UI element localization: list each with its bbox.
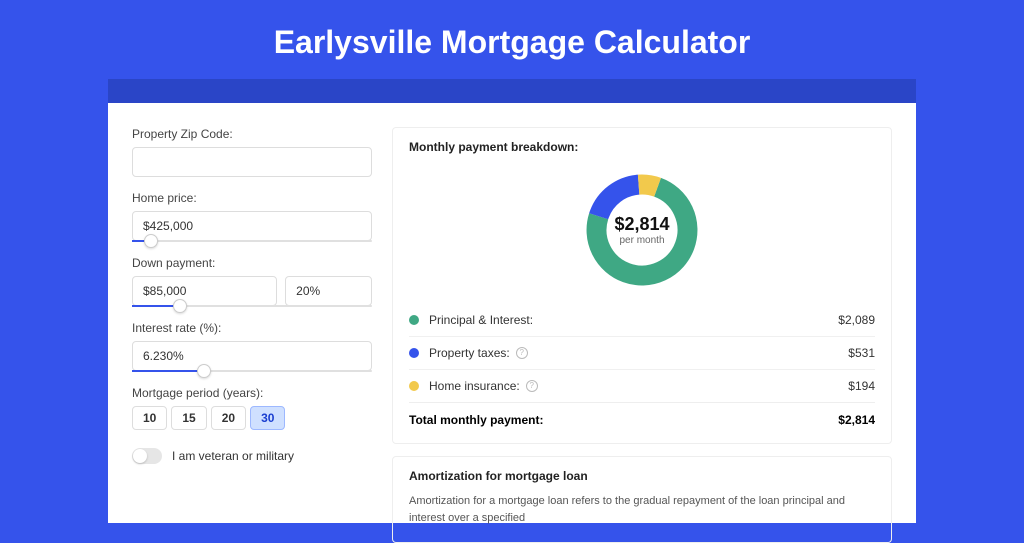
- breakdown-title: Monthly payment breakdown:: [409, 140, 875, 154]
- down-payment-field: Down payment:: [132, 256, 372, 307]
- veteran-toggle-label: I am veteran or military: [172, 449, 294, 463]
- interest-rate-label: Interest rate (%):: [132, 321, 372, 335]
- legend-label: Home insurance: ?: [429, 379, 848, 393]
- results-pane: Monthly payment breakdown: $2,814 per mo…: [392, 127, 892, 523]
- veteran-toggle[interactable]: [132, 448, 162, 464]
- legend-row-insurance: Home insurance: ? $194: [409, 369, 875, 402]
- donut-chart: $2,814 per month: [582, 170, 702, 290]
- slider-thumb[interactable]: [173, 299, 187, 313]
- home-price-slider[interactable]: [132, 240, 372, 242]
- legend-dot-icon: [409, 381, 419, 391]
- total-value: $2,814: [838, 413, 875, 427]
- period-option-20[interactable]: 20: [211, 406, 246, 430]
- legend-label: Principal & Interest:: [429, 313, 838, 327]
- down-payment-label: Down payment:: [132, 256, 372, 270]
- zip-input[interactable]: [132, 147, 372, 177]
- period-option-10[interactable]: 10: [132, 406, 167, 430]
- legend-value: $531: [848, 346, 875, 360]
- legend-row-principal: Principal & Interest: $2,089: [409, 304, 875, 336]
- down-payment-amount-input[interactable]: [132, 276, 277, 306]
- calculator-card: Property Zip Code: Home price: Down paym…: [108, 103, 916, 523]
- donut-center: $2,814 per month: [582, 170, 702, 290]
- mortgage-period-options: 10 15 20 30: [132, 406, 372, 430]
- home-price-input[interactable]: [132, 211, 372, 241]
- donut-center-sub: per month: [619, 235, 664, 246]
- veteran-toggle-row: I am veteran or military: [132, 448, 372, 464]
- legend-row-taxes: Property taxes: ? $531: [409, 336, 875, 369]
- interest-rate-input[interactable]: [132, 341, 372, 371]
- donut-center-value: $2,814: [614, 214, 669, 235]
- interest-rate-field: Interest rate (%):: [132, 321, 372, 372]
- info-icon[interactable]: ?: [526, 380, 538, 392]
- legend-dot-icon: [409, 315, 419, 325]
- page-title: Earlysville Mortgage Calculator: [0, 0, 1024, 79]
- amortization-title: Amortization for mortgage loan: [409, 469, 875, 483]
- header-accent-bar: [108, 79, 916, 103]
- mortgage-period-label: Mortgage period (years):: [132, 386, 372, 400]
- total-row: Total monthly payment: $2,814: [409, 402, 875, 427]
- down-payment-slider[interactable]: [132, 305, 372, 307]
- mortgage-period-field: Mortgage period (years): 10 15 20 30: [132, 386, 372, 430]
- legend-dot-icon: [409, 348, 419, 358]
- info-icon[interactable]: ?: [516, 347, 528, 359]
- legend-value: $2,089: [838, 313, 875, 327]
- home-price-field: Home price:: [132, 191, 372, 242]
- interest-rate-slider[interactable]: [132, 370, 372, 372]
- input-pane: Property Zip Code: Home price: Down paym…: [132, 127, 372, 523]
- zip-field: Property Zip Code:: [132, 127, 372, 177]
- period-option-30[interactable]: 30: [250, 406, 285, 430]
- legend-value: $194: [848, 379, 875, 393]
- period-option-15[interactable]: 15: [171, 406, 206, 430]
- home-price-label: Home price:: [132, 191, 372, 205]
- donut-chart-wrap: $2,814 per month: [409, 164, 875, 304]
- legend-label: Property taxes: ?: [429, 346, 848, 360]
- total-label: Total monthly payment:: [409, 413, 838, 427]
- amortization-panel: Amortization for mortgage loan Amortizat…: [392, 456, 892, 543]
- slider-thumb[interactable]: [144, 234, 158, 248]
- zip-label: Property Zip Code:: [132, 127, 372, 141]
- amortization-body: Amortization for a mortgage loan refers …: [409, 493, 875, 526]
- slider-thumb[interactable]: [197, 364, 211, 378]
- down-payment-percent-input[interactable]: [285, 276, 372, 306]
- breakdown-panel: Monthly payment breakdown: $2,814 per mo…: [392, 127, 892, 444]
- toggle-knob: [133, 449, 147, 463]
